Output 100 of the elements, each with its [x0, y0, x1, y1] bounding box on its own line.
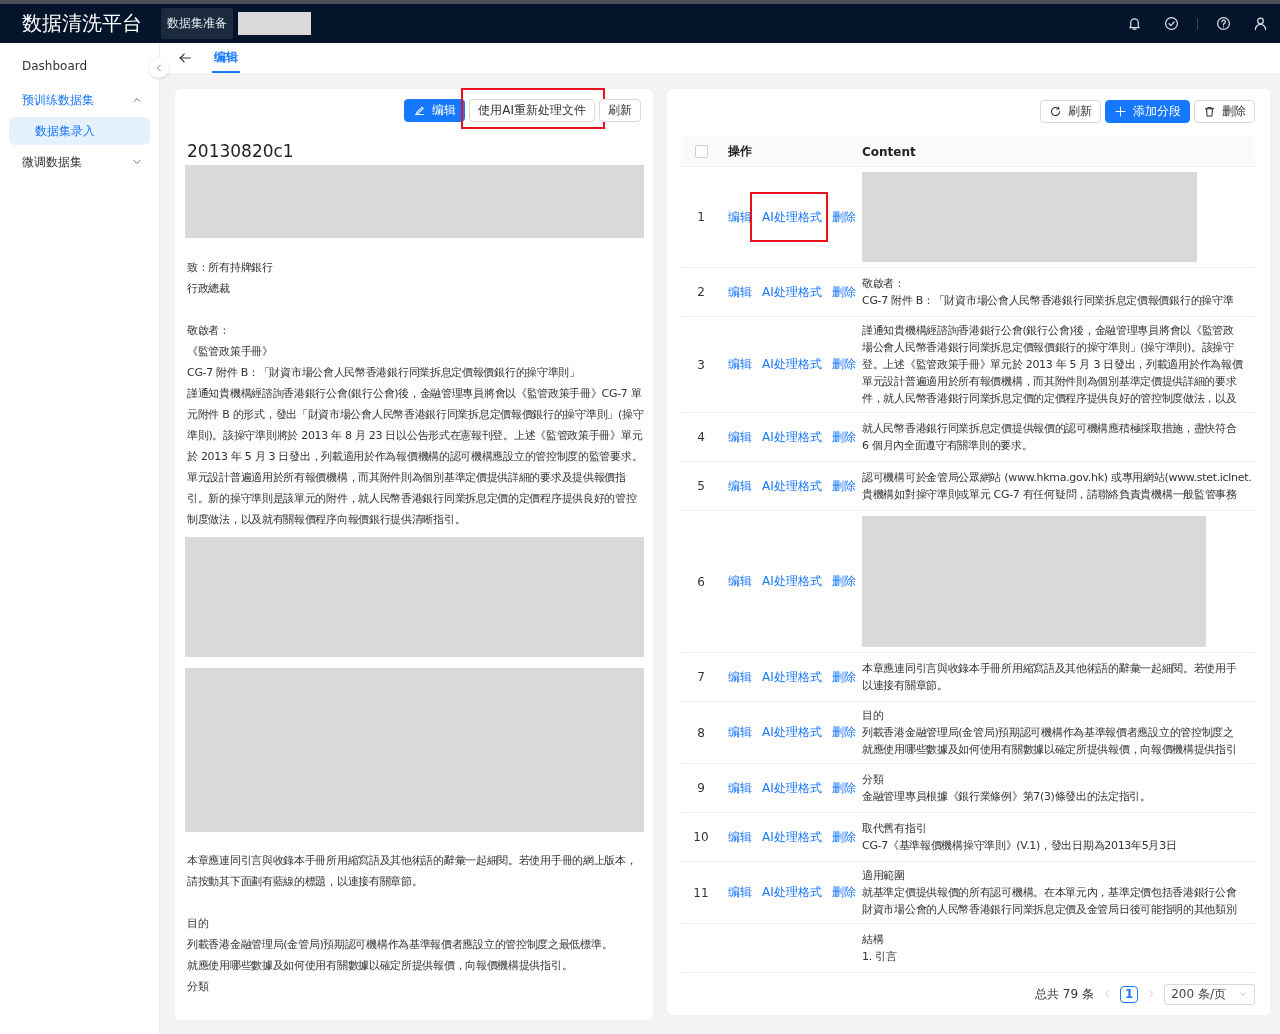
- action-link[interactable]: 编辑: [728, 356, 752, 373]
- add-button[interactable]: 添加分段: [1105, 100, 1190, 123]
- text-line: 1. 引言: [862, 949, 898, 965]
- paragraph: 《監管政策手冊》: [186, 344, 274, 360]
- chevron-left-icon: [154, 63, 164, 73]
- text-line: 就人民幣香港銀行同業拆息定價提供報價的認可機構應積極採取措施，盡快符合: [862, 421, 1238, 437]
- action-link[interactable]: 编辑: [728, 477, 752, 495]
- row-number: 1: [697, 210, 705, 224]
- text-line: 以連接有關章節。: [862, 678, 949, 694]
- select-all-checkbox[interactable]: [694, 145, 708, 158]
- action-link[interactable]: 删除: [831, 573, 856, 590]
- trash-icon: [1203, 105, 1216, 118]
- row-number: 11: [693, 885, 709, 900]
- action-link[interactable]: 删除: [831, 208, 856, 226]
- text-line: 本章應連同引言與收錄本手冊所用縮寫語及其他術語的辭彙一起細閱。若使用手: [862, 661, 1238, 677]
- row-number: 10: [693, 830, 709, 844]
- action-link[interactable]: 删除: [831, 724, 856, 741]
- action-link[interactable]: AI处理格式: [762, 208, 822, 226]
- row-number: 4: [697, 430, 705, 444]
- sidebar-item[interactable]: Dashboard: [0, 49, 145, 83]
- paragraph: 行政總裁: [186, 281, 231, 297]
- action-link[interactable]: 删除: [831, 779, 856, 797]
- action-link[interactable]: 编辑: [728, 668, 752, 686]
- text-line: 就基準定價提供報價的所有認可機構。在本單元內，基準定價包括香港銀行公會: [862, 885, 1238, 901]
- user-icon[interactable]: [1253, 16, 1268, 31]
- toolbar-button[interactable]: 刷新: [599, 99, 641, 122]
- text-line: 謹通知貴機構經諮詢香港銀行公會(銀行公會)後，金融管理專員將會以《監管政: [862, 323, 1235, 339]
- action-link[interactable]: 编辑: [728, 724, 752, 741]
- section-tag[interactable]: 数据集准备: [161, 8, 233, 39]
- text-line: 認可機構可於金管局公眾網站 (www.hkma.gov.hk) 或專用網站(www.stet.iclnet.: [862, 470, 1253, 486]
- action-link[interactable]: AI处理格式: [762, 779, 822, 797]
- action-link[interactable]: AI处理格式: [762, 428, 822, 446]
- action-link[interactable]: AI处理格式: [762, 884, 822, 901]
- sidebar-item[interactable]: 微调数据集: [0, 145, 145, 179]
- row-number: 5: [697, 479, 705, 493]
- action-link[interactable]: 编辑: [728, 428, 752, 446]
- row-number: 2: [697, 285, 705, 299]
- tab[interactable]: 编辑: [212, 43, 240, 73]
- paragraph: 致：所有持牌銀行: [186, 260, 274, 276]
- check-circle-icon[interactable]: [1164, 16, 1179, 31]
- help-icon[interactable]: [1216, 16, 1231, 31]
- text-line: 目的: [862, 708, 885, 724]
- sidebar-subitem[interactable]: 数据集录入: [9, 117, 150, 145]
- text-line: 財資市場公會的人民幣香港銀行同業拆息定價及金管局日後可能指明的其他類別: [862, 902, 1238, 918]
- text-line: 分類: [862, 772, 885, 788]
- action-link[interactable]: AI处理格式: [762, 668, 822, 686]
- paragraph: 敬啟者：: [186, 323, 231, 339]
- action-link[interactable]: 删除: [831, 668, 856, 686]
- column-header: Content: [861, 143, 917, 161]
- action-link[interactable]: AI处理格式: [762, 283, 822, 301]
- text-line: CG-7 附件 B：「財資市場公會人民幣香港銀行同業拆息定價報價銀行的操守準: [862, 293, 1235, 309]
- action-link[interactable]: 编辑: [728, 283, 752, 301]
- action-link[interactable]: 编辑: [728, 779, 752, 797]
- action-link[interactable]: 编辑: [728, 884, 752, 901]
- page-button[interactable]: 1: [1119, 985, 1139, 1003]
- edit-icon: [413, 104, 427, 117]
- text-line: 件，就人民幣香港銀行同業拆息定價的定價程序提供良好的管控制度做法，以及: [862, 391, 1238, 407]
- action-link[interactable]: AI处理格式: [762, 573, 822, 590]
- app-title: 数据清洗平台: [21, 10, 143, 37]
- paragraph: 謹通知貴機構經諮詢香港銀行公會(銀行公會)後，金融管理專員將會以《監管政策手冊》CG-7 單元附件 B 的形式，發出「財資市場公會人民幣香港銀行同業拆息定價報價銀行的操守準則」(操守準則)。該操守準則將於 2013 年 8 月 23 日以公告形式在憲報刊登。上述《監管政策手冊》單元於 2013 年 5 月 3 日發出，列載適用於作為報價機構的認可機構應設立的管控制度的監管要求。單元設計普遍適用於所有報價機構，而其附件則為個別基準定價提供詳細的要求及提供報價指引。新的操守準則是該單元的附件，就人民幣香港銀行同業拆息定價的定價程序提供良好的管控制度做法，以及就有關報價程序向報價銀行提供清晰指引。: [186, 386, 644, 528]
- action-link[interactable]: 编辑: [728, 828, 752, 846]
- action-link[interactable]: 编辑: [728, 208, 752, 226]
- text-line: 取代舊有指引: [862, 821, 928, 837]
- action-link[interactable]: AI处理格式: [762, 828, 822, 846]
- text-line: 列載香港金融管理局(金管局)預期認可機構作為基準報價者應設立的管控制度之: [862, 725, 1235, 741]
- action-link[interactable]: AI处理格式: [762, 477, 822, 495]
- row-number: 9: [697, 781, 705, 795]
- row-number: 8: [697, 725, 705, 740]
- text-line: 單元設計普遍適用於所有報價機構，而其附件則為個別基準定價提供詳細的要求: [862, 374, 1238, 390]
- action-link[interactable]: 删除: [831, 356, 856, 373]
- page-size-select[interactable]: 200 条/页: [1164, 983, 1255, 1005]
- text-line: 貴機構如對操守準則或單元 CG-7 有任何疑問，請聯絡負責貴機構一般監管事務: [862, 487, 1238, 503]
- action-link[interactable]: 删除: [831, 477, 856, 495]
- row-number: 3: [697, 357, 705, 372]
- row-number: 6: [697, 574, 705, 589]
- paragraph: 列載香港金融管理局(金管局)預期認可機構作為基準報價者應設立的管控制度之最低標準。: [186, 937, 614, 953]
- paragraph: 目的: [186, 916, 210, 932]
- bell-icon[interactable]: [1127, 16, 1142, 31]
- action-link[interactable]: 删除: [831, 884, 856, 901]
- action-link[interactable]: AI处理格式: [762, 356, 822, 373]
- paragraph: CG-7 附件 B：「財資市場公會人民幣香港銀行同業拆息定價報價銀行的操守準則」: [186, 365, 581, 381]
- text-line: CG-7《基準報價機構操守準則》(V.1)，發出日期為2013年5月3日: [862, 838, 1178, 854]
- action-link[interactable]: AI处理格式: [762, 724, 822, 741]
- toolbar-button[interactable]: 使用AI重新处理文件: [469, 99, 595, 122]
- paragraph: 分類: [186, 979, 210, 995]
- text-line: 就應使用哪些數據及如何使用有關數據以確定所提供報價，向報價機構提供指引: [862, 742, 1238, 758]
- text-line: 結構: [862, 932, 885, 948]
- action-link[interactable]: 删除: [831, 428, 856, 446]
- back-arrow-icon[interactable]: [178, 51, 192, 65]
- document-title: 20130820c1: [187, 141, 295, 161]
- total-count: 总共 79 条: [1034, 985, 1094, 1003]
- action-link[interactable]: 删除: [831, 283, 856, 301]
- action-link[interactable]: 删除: [831, 828, 856, 846]
- edit-button[interactable]: 编辑: [404, 99, 466, 122]
- action-link[interactable]: 编辑: [728, 573, 752, 590]
- refresh-icon: [1049, 105, 1062, 118]
- text-line: 適用範圍: [862, 868, 906, 884]
- refresh-button[interactable]: 刷新: [1040, 100, 1101, 123]
- sidebar-item[interactable]: 预训练数据集: [0, 83, 145, 117]
- delete-button[interactable]: 删除: [1194, 100, 1255, 123]
